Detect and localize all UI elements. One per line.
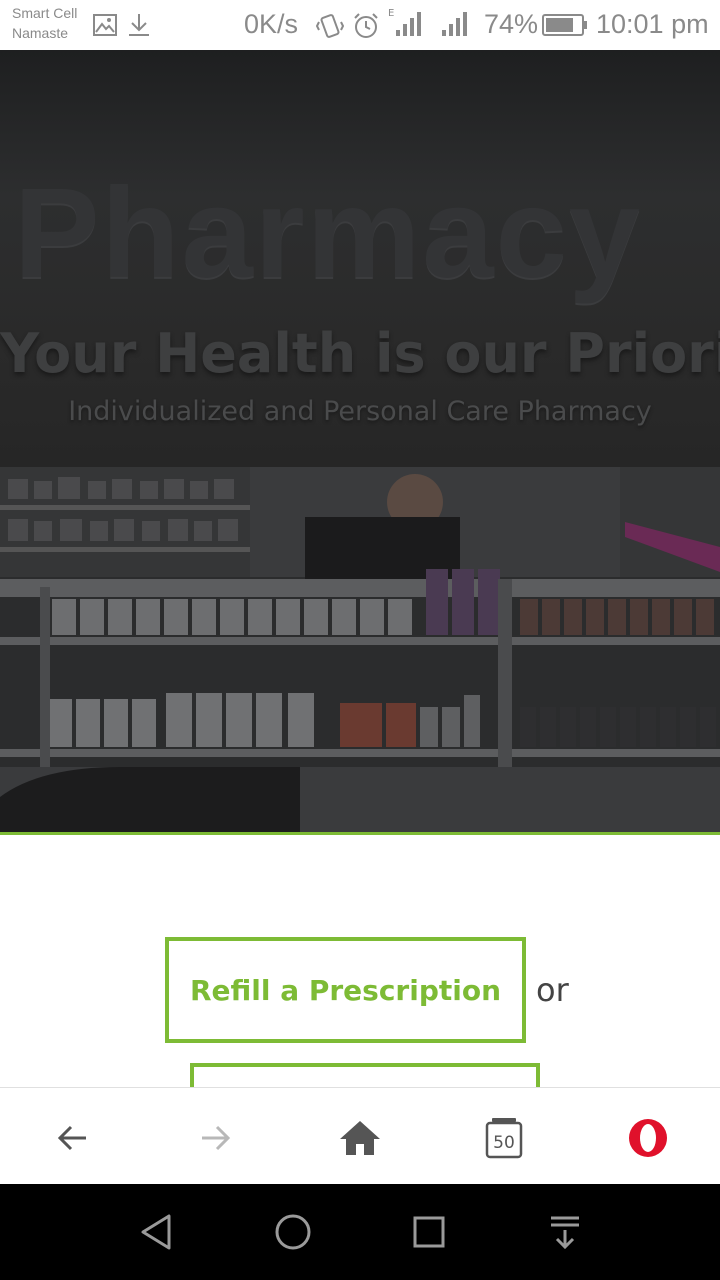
net-speed: 0K/s	[244, 9, 299, 39]
opera-icon[interactable]	[624, 1114, 672, 1162]
pharmacy-shelves-photo	[0, 467, 720, 832]
vibrate-icon	[315, 12, 345, 45]
home-circle-icon[interactable]	[269, 1208, 317, 1256]
status-bar: Smart Cell Namaste 0K/s E 74% 10:01 pm	[0, 0, 720, 50]
pharmacy-sign: Pharmacy	[14, 162, 642, 305]
alarm-icon	[352, 12, 380, 45]
network-type: E	[388, 8, 394, 19]
recents-square-icon[interactable]	[405, 1208, 453, 1256]
tabs-count: 50	[493, 1133, 515, 1153]
or-separator: or	[536, 971, 569, 1009]
content-area: Refill a Prescription or	[0, 835, 720, 1087]
notification-pull-icon[interactable]	[541, 1208, 589, 1256]
tabs-icon[interactable]: 50	[480, 1114, 528, 1162]
hero-banner: Pharmacy Your Health is our Priority Ind…	[0, 50, 720, 832]
forward-arrow-icon[interactable]	[192, 1114, 240, 1162]
secondary-action-button[interactable]	[190, 1063, 540, 1087]
android-nav-bar	[0, 1184, 720, 1280]
signal-icon: E	[386, 6, 426, 45]
carrier-line-2: Namaste	[12, 25, 69, 41]
back-arrow-icon[interactable]	[48, 1114, 96, 1162]
battery-percent: 74%	[484, 9, 539, 39]
clock: 10:01 pm	[596, 9, 709, 39]
browser-toolbar: 50	[0, 1087, 720, 1185]
signal-icon-2	[440, 6, 474, 45]
hero-subtitle: Individualized and Personal Care Pharmac…	[68, 396, 652, 427]
battery-icon	[542, 13, 588, 42]
refill-prescription-button[interactable]: Refill a Prescription	[165, 937, 526, 1043]
back-triangle-icon[interactable]	[133, 1208, 181, 1256]
download-icon	[126, 12, 152, 43]
carrier-name: Smart Cell Namaste	[12, 3, 77, 43]
home-icon[interactable]	[336, 1114, 384, 1162]
hero-title: Your Health is our Priority	[0, 322, 720, 385]
image-icon	[92, 12, 118, 43]
carrier-line-1: Smart Cell	[12, 5, 78, 21]
shelves-illustration	[0, 467, 720, 832]
